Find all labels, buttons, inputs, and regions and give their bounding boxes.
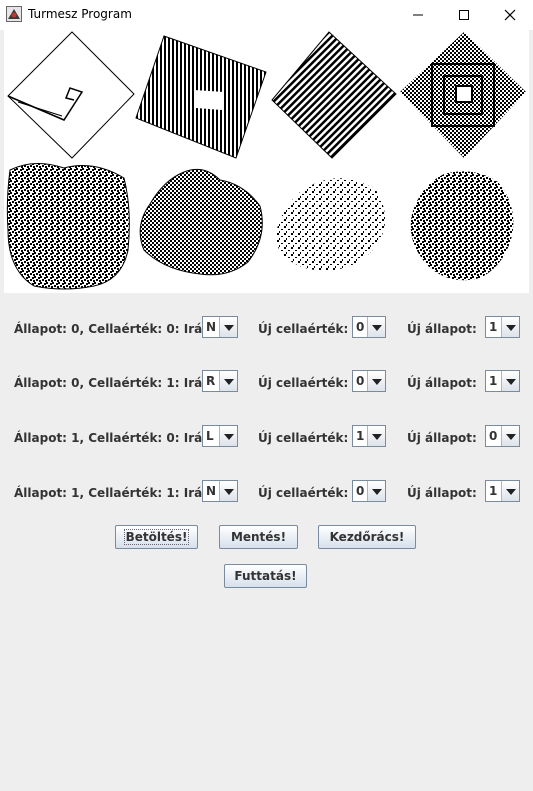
pattern-1: [7, 31, 135, 159]
maximize-button[interactable]: [441, 0, 487, 30]
chevron-down-icon: [367, 481, 385, 501]
direction-select[interactable]: N: [202, 316, 238, 338]
new-state-label: Új állapot:: [407, 322, 477, 336]
new-state-label: Új állapot:: [407, 431, 477, 445]
close-button[interactable]: [487, 0, 533, 30]
pattern-7: [276, 178, 386, 271]
initial-grid-button[interactable]: Kezdőrács!: [318, 525, 416, 549]
pattern-preview-canvas: [4, 30, 529, 293]
turmite-patterns: [6, 31, 526, 290]
load-button[interactable]: Betöltés!: [115, 525, 198, 549]
minimize-icon: [413, 14, 423, 16]
pattern-5: [6, 163, 130, 290]
rule-row-3: Állapot: 1, Cellaérték: 0: Irány: L Új c…: [0, 425, 533, 451]
chevron-down-icon: [219, 426, 237, 446]
new-state-select[interactable]: 1: [485, 480, 520, 502]
rule-condition-label: Állapot: 0, Cellaérték: 1: Irány:: [14, 376, 224, 390]
chevron-down-icon: [501, 426, 519, 446]
chevron-down-icon: [219, 371, 237, 391]
rule-row-1: Állapot: 0, Cellaérték: 0: Irány: N Új c…: [0, 316, 533, 342]
chevron-down-icon: [501, 317, 519, 337]
new-cell-label: Új cellaérték:: [258, 376, 349, 390]
new-state-select[interactable]: 1: [485, 370, 520, 392]
chevron-down-icon: [367, 371, 385, 391]
new-state-label: Új állapot:: [407, 376, 477, 390]
chevron-down-icon: [367, 317, 385, 337]
chevron-down-icon: [219, 317, 237, 337]
app-icon: [6, 6, 22, 22]
run-button[interactable]: Futtatás!: [224, 564, 307, 588]
pattern-3: [271, 31, 397, 159]
new-cell-label: Új cellaérték:: [258, 322, 349, 336]
new-cell-label: Új cellaérték:: [258, 486, 349, 500]
pattern-2: [135, 35, 267, 159]
pattern-4: [400, 32, 526, 158]
minimize-button[interactable]: [395, 0, 441, 30]
direction-select[interactable]: R: [202, 370, 238, 392]
new-cell-label: Új cellaérték:: [258, 431, 349, 445]
new-cell-select[interactable]: 0: [352, 316, 386, 338]
rule-condition-label: Állapot: 0, Cellaérték: 0: Irány:: [14, 322, 224, 336]
new-cell-select[interactable]: 0: [352, 370, 386, 392]
chevron-down-icon: [501, 371, 519, 391]
new-state-select[interactable]: 1: [485, 316, 520, 338]
pattern-8: [410, 171, 514, 281]
new-state-select[interactable]: 0: [485, 425, 520, 447]
new-cell-select[interactable]: 0: [352, 480, 386, 502]
chevron-down-icon: [219, 481, 237, 501]
title-bar: Turmesz Program: [0, 0, 533, 30]
rule-row-4: Állapot: 1, Cellaérték: 1: Irány: N Új c…: [0, 480, 533, 506]
chevron-down-icon: [367, 426, 385, 446]
chevron-down-icon: [501, 481, 519, 501]
window-title: Turmesz Program: [28, 7, 132, 21]
maximize-icon: [459, 10, 469, 20]
rule-row-2: Állapot: 0, Cellaérték: 1: Irány: R Új c…: [0, 370, 533, 396]
new-cell-select[interactable]: 1: [352, 425, 386, 447]
close-icon: [504, 9, 516, 21]
direction-select[interactable]: L: [202, 425, 238, 447]
rule-condition-label: Állapot: 1, Cellaérték: 1: Irány:: [14, 486, 224, 500]
save-button[interactable]: Mentés!: [219, 525, 298, 549]
direction-select[interactable]: N: [202, 480, 238, 502]
pattern-6: [139, 168, 263, 276]
rule-condition-label: Állapot: 1, Cellaérték: 0: Irány:: [14, 431, 224, 445]
new-state-label: Új állapot:: [407, 486, 477, 500]
